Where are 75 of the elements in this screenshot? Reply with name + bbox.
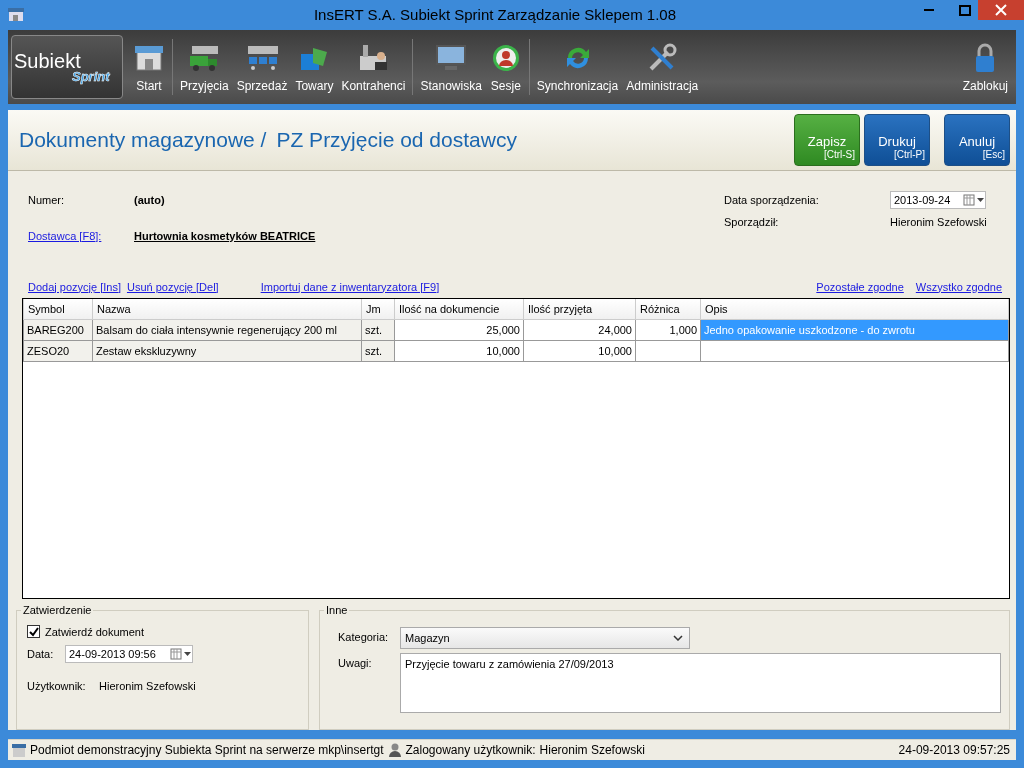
logo-text: Subiekt (14, 51, 81, 72)
user-value: Hieronim Szefowski (539, 742, 645, 757)
store-icon (8, 7, 24, 21)
table-cell: Jedno opakowanie uszkodzone - do zwrotu (700, 319, 1009, 341)
field-label: Data: (27, 647, 55, 660)
field-label: Uwagi: (337, 655, 373, 669)
field-label: Sporządził: (724, 215, 780, 228)
action-link[interactable]: Usuń pozycję [Del] (126, 280, 219, 297)
toolbar-button[interactable]: Kontrahenci (337, 32, 410, 103)
category-dropdown[interactable]: Magazyn (400, 626, 690, 649)
toolbar-button[interactable]: Towary (291, 32, 338, 103)
user-icon (387, 742, 402, 757)
table-cell: ZESO20 (23, 340, 93, 362)
logo-subtext: Sprint (72, 71, 111, 84)
chevron-down-icon (673, 634, 683, 641)
date-field[interactable]: 24-09-2013 09:56 (65, 644, 193, 663)
field-label: Użytkownik: (27, 679, 87, 692)
field-label: Data sporządzenia: (724, 193, 820, 206)
date-field[interactable]: 2013-09-24 (890, 190, 986, 209)
print-button[interactable]: Drukuj [Ctrl-P] (864, 113, 930, 166)
toolbar-button[interactable]: Administracja (622, 32, 703, 103)
number-value: (auto) (134, 193, 165, 206)
action-link[interactable]: Dodaj pozycję [Ins] (28, 280, 121, 297)
column-header[interactable]: Jm (361, 298, 395, 320)
column-header[interactable]: Nazwa (92, 298, 362, 320)
maximize-icon (959, 4, 971, 16)
database-info: Podmiot demonstracyjny Subiekta Sprint na serwerze mkp\insertgt (30, 742, 384, 757)
author-value: Hieronim Szefowski (890, 215, 987, 228)
calendar-dropdown-icon (170, 647, 192, 660)
window-title: InsERT S.A. Subiekt Sprint Zarządzanie Sklepem 1.08 (312, 5, 678, 25)
close-icon (995, 4, 1007, 16)
checkbox[interactable] (27, 625, 40, 639)
column-header[interactable]: Ilość przyjęta (523, 298, 636, 320)
store-icon (12, 742, 26, 757)
action-link[interactable]: Importuj dane z inwentaryzatora [F9] (260, 280, 440, 297)
toolbar-button[interactable]: Stanowiska (416, 32, 486, 103)
minimize-icon (924, 9, 934, 11)
save-button[interactable]: Zapisz [Ctrl-S] (794, 113, 860, 166)
table-cell: BAREG200 (23, 319, 93, 341)
close-button[interactable] (978, 0, 1024, 20)
table-cell: 10,000 (523, 340, 636, 362)
breadcrumb: Dokumenty magazynowe / (19, 127, 267, 152)
field-label: Zalogowany użytkownik: (405, 742, 536, 757)
toolbar-button[interactable]: Start (129, 32, 169, 103)
checkbox-label: Zatwierdź dokument (45, 625, 145, 638)
supplier-name: Hurtownia kosmetyków BEATRICE (134, 229, 316, 242)
cancel-button[interactable]: Anuluj [Esc] (944, 113, 1010, 166)
action-link[interactable]: Pozostałe zgodne (816, 280, 904, 297)
date-time: 24-09-2013 09:57:25 (898, 742, 1010, 757)
supplier-link[interactable]: Dostawca [F8]: (16, 229, 134, 242)
table-cell: Balsam do ciała intensywnie regenerujący 200 ml (92, 319, 362, 341)
column-header[interactable]: Opis (700, 298, 1009, 320)
toolbar-button[interactable]: Sesje (485, 32, 526, 103)
action-link[interactable]: Wszystko zgodne (915, 280, 1002, 297)
checkmark-icon (28, 626, 39, 637)
column-header[interactable]: Symbol (23, 298, 93, 320)
column-header[interactable]: Różnica (635, 298, 701, 320)
table-cell: 1,000 (635, 319, 701, 341)
field-label: Kategoria: (337, 629, 390, 643)
table-cell: Zestaw ekskluzywny (92, 340, 362, 362)
calendar-dropdown-icon (963, 193, 985, 206)
table-cell: 24,000 (523, 319, 636, 341)
group-title: Inne (324, 603, 350, 616)
notes-field[interactable]: Przyjęcie towaru z zamówienia 27/09/2013 (400, 652, 1001, 713)
group-title: Zatwierdzenie (21, 603, 94, 616)
page-title: PZ Przyjęcie od dostawcy (276, 127, 518, 152)
field-label: Numer: (27, 193, 66, 206)
lock-button[interactable]: Zablokuj (958, 32, 1012, 103)
column-header[interactable]: Ilość na dokumencie (394, 298, 524, 320)
toolbar-button[interactable]: Synchronizacja (532, 32, 623, 103)
toolbar-button[interactable]: Sprzedaż (232, 32, 292, 103)
table-cell: 25,000 (394, 319, 524, 341)
table-cell: 10,000 (394, 340, 524, 362)
toolbar-button[interactable]: Przyjęcia (176, 32, 233, 103)
user-value: Hieronim Szefowski (99, 679, 196, 692)
